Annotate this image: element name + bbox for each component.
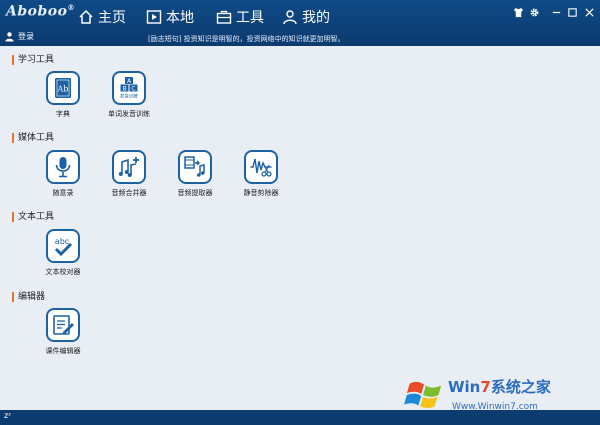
close-button[interactable] (582, 5, 596, 19)
maximize-button[interactable] (565, 5, 579, 19)
tool-label: 音频提取器 (177, 189, 213, 197)
gear-icon (530, 8, 538, 16)
tool-pronunciation-training[interactable]: A B C 发音训练 单词发音训练 (94, 71, 164, 119)
dictionary-icon: Ab (46, 71, 80, 105)
section-title-text: 文本工具 (12, 212, 54, 222)
tool-audio-extractor[interactable]: 音频提取器 (160, 150, 230, 198)
audio-extract-icon (178, 150, 212, 184)
status-bar: zᶻ (0, 410, 600, 425)
svg-text:abc: abc (55, 237, 69, 246)
tool-label: 静音剪除器 (243, 189, 279, 197)
skin-button[interactable] (511, 5, 525, 19)
close-icon (584, 7, 594, 17)
tool-label: 字典 (56, 110, 70, 118)
home-icon (79, 9, 93, 24)
minimize-button[interactable] (549, 5, 563, 19)
abc-check-icon: abc (46, 229, 80, 263)
maximize-icon (567, 7, 577, 17)
tool-dictionary[interactable]: Ab 字典 (28, 71, 98, 119)
tool-courseware-editor[interactable]: 课件编辑器 (28, 308, 98, 356)
login-label: 登录 (18, 32, 34, 41)
nav-tools-label: 工具 (236, 10, 264, 26)
nav-tools[interactable]: 工具 (216, 6, 264, 28)
tool-label: 音频合并器 (111, 189, 147, 197)
app-logo: Aboboo® (6, 3, 75, 20)
nav-home-label: 主页 (98, 10, 126, 26)
tools-panel: 学习工具 Ab 字典 A B C 发音训练 单词发音训练 媒体工具 随意录 音频… (0, 46, 600, 410)
section-title-editor: 编辑器 (12, 292, 45, 302)
tool-text-proofreader[interactable]: abc 文本校对器 (28, 229, 98, 277)
music-merge-icon (112, 150, 146, 184)
play-icon (146, 10, 162, 24)
watermark-brand: Win7系统之家 (448, 378, 551, 396)
tool-recorder[interactable]: 随意录 (28, 150, 98, 198)
nav-mine[interactable]: 我的 (282, 6, 330, 28)
section-title-media: 媒体工具 (12, 133, 54, 143)
motivational-quote: [励志短句] 投资知识是明智的，投资网络中的知识就更加明智。 (148, 35, 345, 43)
settings-button[interactable] (527, 5, 541, 19)
nav-home[interactable]: 主页 (78, 6, 126, 28)
tool-label: 文本校对器 (45, 268, 81, 276)
svg-text:Ab: Ab (57, 85, 69, 94)
user-icon (283, 10, 297, 25)
svg-text:B: B (122, 85, 126, 92)
user-icon (5, 32, 14, 42)
shirt-icon (513, 7, 523, 17)
tool-label: 单词发音训练 (108, 110, 150, 118)
tool-audio-merger[interactable]: 音频合并器 (94, 150, 164, 198)
edit-document-icon (46, 308, 80, 342)
nav-mine-label: 我的 (302, 10, 330, 26)
tool-silence-remover[interactable]: 静音剪除器 (226, 150, 296, 198)
nav-local-label: 本地 (166, 10, 194, 26)
top-bar: Aboboo® 主页 本地 工具 我的 登录 [励志短句] 投资知识是明智的，投… (0, 0, 600, 46)
svg-text:C: C (131, 85, 135, 92)
minimize-icon (552, 11, 560, 13)
waveform-cut-icon (244, 150, 278, 184)
login-button[interactable]: 登录 (4, 31, 34, 42)
nav-local[interactable]: 本地 (146, 6, 194, 28)
section-title-study: 学习工具 (12, 55, 54, 65)
abc-blocks-icon: A B C 发音训练 (112, 71, 146, 105)
svg-text:发音训练: 发音训练 (120, 93, 139, 100)
microphone-icon (46, 150, 80, 184)
toolbox-icon (216, 10, 232, 24)
sleep-button[interactable]: zᶻ (4, 411, 11, 420)
tool-label: 课件编辑器 (45, 347, 81, 355)
tool-label: 随意录 (52, 189, 74, 197)
